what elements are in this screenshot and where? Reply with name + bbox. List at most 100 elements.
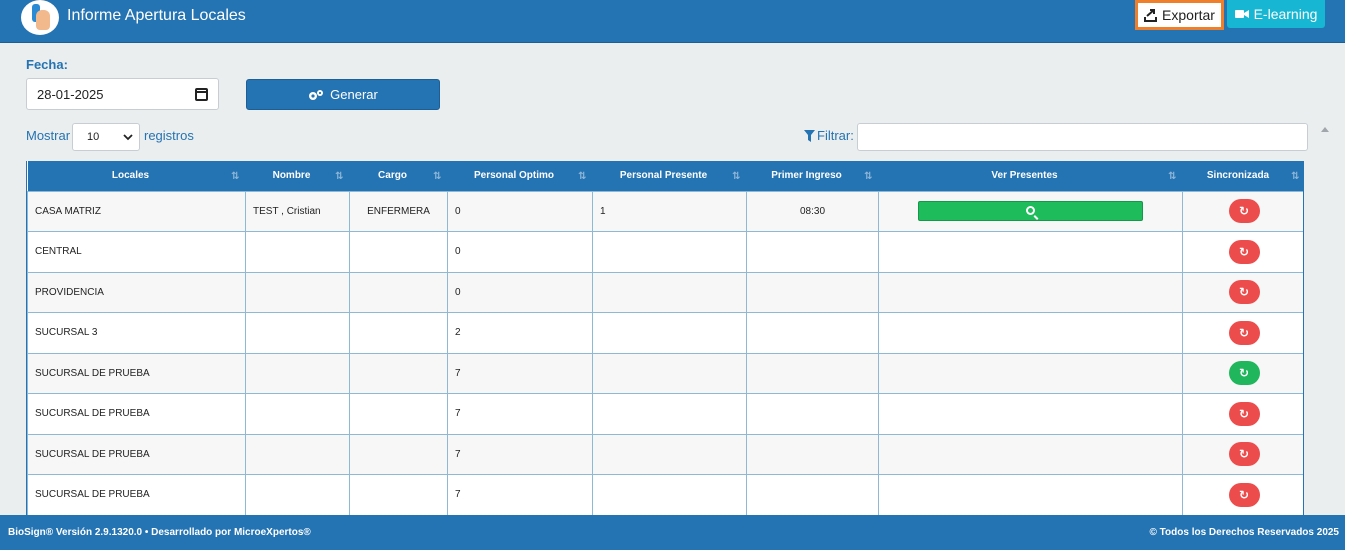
sort-icon: ⇅ (433, 171, 442, 182)
cell-ver-presentes (878, 312, 1183, 354)
cell-nombre (245, 352, 350, 394)
elearning-label: E-learning (1253, 6, 1318, 22)
zoom-in-icon (1025, 206, 1035, 216)
gears-icon (309, 89, 324, 100)
sync-status-button[interactable]: ↻ (1228, 442, 1260, 467)
cell-ver-presentes (878, 190, 1183, 232)
registros-label: registros (144, 128, 194, 143)
column-header-primer-ingreso[interactable]: Primer Ingreso ⇅ (746, 161, 879, 191)
refresh-icon: ↻ (1238, 285, 1250, 300)
sync-status-button[interactable]: ↻ (1228, 239, 1260, 264)
elearning-button[interactable]: E-learning (1227, 0, 1325, 28)
fecha-date-input[interactable]: 28-01-2025 (26, 78, 219, 110)
cell-nombre: TEST , Cristian (245, 190, 350, 232)
cell-locales: CASA MATRIZ (27, 190, 246, 232)
cell-sincronizada: ↻ (1182, 393, 1303, 435)
table-row: SUCURSAL DE PRUEBA 7 ↻ (27, 474, 1303, 515)
cell-locales: SUCURSAL DE PRUEBA (27, 393, 246, 435)
cell-personal-presente (592, 271, 747, 313)
sync-status-button[interactable]: ↻ (1228, 320, 1260, 345)
filter-icon (804, 129, 815, 142)
footer-copyright: © Todos los Derechos Reservados 2025 (1149, 527, 1339, 538)
cell-personal-presente (592, 312, 747, 354)
cell-locales: PROVIDENCIA (27, 271, 246, 313)
cell-ver-presentes (878, 393, 1183, 435)
table-row: CENTRAL 0 ↻ (27, 231, 1303, 273)
cell-sincronizada: ↻ (1182, 352, 1303, 394)
sync-status-button[interactable]: ↻ (1228, 401, 1260, 426)
cell-personal-optimo: 7 (447, 352, 593, 394)
column-header-locales[interactable]: Locales ⇅ (27, 161, 246, 191)
footer: BioSign® Versión 2.9.1320.0 • Desarrolla… (0, 515, 1345, 550)
sync-status-button[interactable]: ↻ (1228, 361, 1260, 386)
cell-primer-ingreso (746, 474, 879, 515)
cell-nombre (245, 474, 350, 515)
cell-sincronizada: ↻ (1182, 312, 1303, 354)
cell-personal-presente (592, 352, 747, 394)
refresh-icon: ↻ (1238, 406, 1250, 421)
table-body: CASA MATRIZ TEST , Cristian ENFERMERA 0 1 08:… (27, 190, 1303, 515)
filtrar-label-group: Filtrar: (804, 128, 854, 143)
footer-version: BioSign® Versión 2.9.1320.0 • Desarrolla… (8, 527, 311, 538)
cell-nombre (245, 393, 350, 435)
table-row: SUCURSAL DE PRUEBA 7 ↻ (27, 352, 1303, 394)
page-title: Informe Apertura Locales (67, 7, 246, 24)
cell-cargo (349, 393, 448, 435)
cell-ver-presentes (878, 271, 1183, 313)
cell-primer-ingreso (746, 433, 879, 475)
column-header-sincronizada[interactable]: Sincronizada ⇅ (1182, 161, 1303, 191)
sync-status-button[interactable]: ↻ (1228, 482, 1260, 507)
cell-personal-presente (592, 433, 747, 475)
cell-primer-ingreso (746, 312, 879, 354)
cell-sincronizada: ↻ (1182, 271, 1303, 313)
cell-nombre (245, 433, 350, 475)
chevron-down-icon (123, 133, 133, 140)
refresh-icon: ↻ (1238, 447, 1250, 462)
cell-sincronizada: ↻ (1182, 231, 1303, 273)
cell-personal-optimo: 7 (447, 433, 593, 475)
scroll-up-arrow-icon[interactable] (1321, 127, 1329, 132)
column-header-cargo[interactable]: Cargo ⇅ (349, 161, 448, 191)
export-button[interactable]: Exportar (1135, 0, 1224, 30)
cell-cargo (349, 352, 448, 394)
fecha-label: Fecha: (26, 57, 68, 72)
export-icon (1144, 8, 1158, 22)
refresh-icon: ↻ (1238, 325, 1250, 340)
refresh-icon: ↻ (1238, 366, 1250, 381)
cell-locales: SUCURSAL 3 (27, 312, 246, 354)
refresh-icon: ↻ (1238, 244, 1250, 259)
filtrar-label: Filtrar: (817, 128, 854, 143)
column-header-nombre[interactable]: Nombre ⇅ (245, 161, 350, 191)
cell-personal-optimo: 0 (447, 190, 593, 232)
cell-nombre (245, 312, 350, 354)
cell-personal-optimo: 0 (447, 271, 593, 313)
column-header-ver-presentes[interactable]: Ver Presentes ⇅ (878, 161, 1183, 191)
cell-personal-presente: 1 (592, 190, 747, 232)
calendar-icon[interactable] (195, 87, 208, 101)
cell-personal-optimo: 0 (447, 231, 593, 273)
app-logo (21, 0, 59, 35)
cell-personal-presente (592, 393, 747, 435)
generar-button[interactable]: Generar (246, 79, 440, 110)
cell-cargo (349, 271, 448, 313)
page-size-value: 10 (87, 131, 100, 143)
cell-locales: SUCURSAL DE PRUEBA (27, 474, 246, 515)
ver-presentes-button[interactable] (918, 201, 1143, 222)
cell-ver-presentes (878, 352, 1183, 394)
column-header-personal-presente[interactable]: Personal Presente ⇅ (592, 161, 747, 191)
sync-status-button[interactable]: ↻ (1228, 280, 1260, 305)
table-row: SUCURSAL DE PRUEBA 7 ↻ (27, 433, 1303, 475)
sort-icon: ⇅ (1168, 171, 1177, 182)
column-header-personal-optimo[interactable]: Personal Optimo ⇅ (447, 161, 593, 191)
page-size-select[interactable]: 10 (72, 123, 140, 151)
sort-icon: ⇅ (732, 171, 741, 182)
cell-primer-ingreso (746, 231, 879, 273)
table-row: SUCURSAL DE PRUEBA 7 ↻ (27, 393, 1303, 435)
filter-input[interactable] (857, 123, 1308, 151)
table-header-row: Locales ⇅ Nombre ⇅ Cargo ⇅ Personal Optimo ⇅… (27, 161, 1303, 191)
sync-status-button[interactable]: ↻ (1228, 199, 1260, 224)
sort-icon: ⇅ (231, 171, 240, 182)
cell-nombre (245, 231, 350, 273)
cell-personal-optimo: 7 (447, 474, 593, 515)
cell-personal-optimo: 7 (447, 393, 593, 435)
